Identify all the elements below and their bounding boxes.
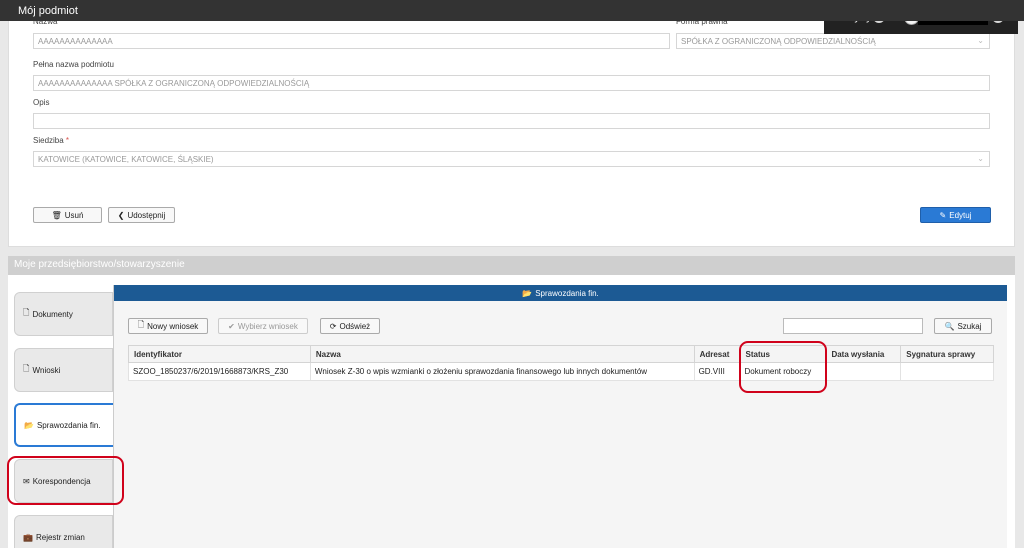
column-header[interactable]: Nazwa (309, 345, 695, 363)
search-button[interactable]: 🔍 Szukaj (934, 318, 992, 334)
document-icon: 🗋 (137, 320, 145, 329)
search-icon: 🔍 (944, 321, 955, 331)
document-icon: 🗋 (23, 364, 30, 373)
seat-label: Siedziba * (33, 136, 70, 145)
cell-sent-date (825, 362, 902, 381)
seat-value: KATOWICE (KATOWICE, KATOWICE, ŚLĄSKIE) (38, 155, 214, 164)
tab-correspondence[interactable]: ✉ Korespondencja (14, 459, 113, 503)
tab-requests[interactable]: 🗋 Wnioski (14, 348, 113, 392)
tab-label: Sprawozdania fin. (36, 420, 101, 430)
refresh-button[interactable]: ⟳ Odśwież (320, 318, 380, 334)
envelope-icon: ✉ (23, 476, 30, 486)
refresh-label: Odśwież (339, 321, 371, 331)
edit-icon: ✎ (939, 210, 947, 220)
cell-status: Dokument roboczy (739, 362, 827, 381)
tab-label: Rejestr zmian (35, 532, 85, 542)
share-icon: ❮ (117, 210, 125, 220)
new-request-label: Nowy wniosek (147, 321, 199, 331)
delete-button[interactable]: 🗑 Usuń (33, 207, 102, 223)
tab-documents[interactable]: 🗋 Dokumenty (14, 292, 113, 336)
table-row[interactable]: SZOO_1850237/6/2019/1668873/KRS_Z30 Wnio… (128, 362, 994, 381)
full-name-field[interactable]: AAAAAAAAAAAAAA SPÓŁKA Z OGRANICZONĄ ODPO… (33, 75, 990, 91)
briefcase-icon: 💼 (23, 532, 33, 542)
cell-identifier: SZOO_1850237/6/2019/1668873/KRS_Z30 (128, 362, 311, 381)
choose-request-button[interactable]: ✔ Wybierz wniosek (218, 318, 308, 334)
seat-select[interactable]: KATOWICE (KATOWICE, KATOWICE, ŚLĄSKIE) ⌄ (33, 151, 990, 167)
tab-label: Korespondencja (32, 476, 91, 486)
new-request-button[interactable]: 🗋 Nowy wniosek (128, 318, 208, 334)
column-header[interactable]: Status (739, 345, 827, 363)
share-button-label: Udostępnij (127, 210, 166, 220)
panel-title: Sprawozdania fin. (535, 288, 599, 298)
tab-financial-statements[interactable]: 📂 Sprawozdania fin. (14, 403, 113, 447)
top-bar: Mój podmiot (0, 0, 1024, 21)
refresh-icon: ⟳ (329, 321, 337, 331)
legal-form-value: SPÓŁKA Z OGRANICZONĄ ODPOWIEDZIALNOŚCIĄ (681, 37, 876, 46)
tab-label: Dokumenty (32, 309, 73, 319)
app-title: Mój podmiot (18, 5, 78, 17)
column-header[interactable]: Data wysłania (825, 345, 902, 363)
entity-form-card: Nazwa * AAAAAAAAAAAAAA Forma prawna * SP… (8, 14, 1015, 247)
panel-header: 📂 Sprawozdania fin. (114, 285, 1007, 301)
column-header[interactable]: Sygnatura sprawy (900, 345, 994, 363)
column-header[interactable]: Adresat (693, 345, 741, 363)
cell-recipient: GD.VIII (693, 362, 741, 381)
share-button[interactable]: ❮ Udostępnij (108, 207, 175, 223)
cell-name: Wniosek Z-30 o wpis wzmianki o złożeniu … (309, 362, 695, 381)
edit-button-label: Edytuj (949, 210, 972, 220)
folder-open-icon: 📂 (522, 288, 533, 298)
requests-table: Identyfikator Nazwa Adresat Status Data … (128, 345, 994, 381)
entity-details-area: 🗋 Dokumenty 🗋 Wnioski 📂 Sprawozdania fin… (8, 275, 1015, 548)
financial-statements-panel: 📂 Sprawozdania fin. 🗋 Nowy wniosek ✔ Wyb… (113, 285, 1007, 548)
tab-label: Wnioski (32, 365, 61, 375)
tab-change-log[interactable]: 💼 Rejestr zmian (14, 515, 113, 548)
column-header[interactable]: Identyfikator (128, 345, 311, 363)
name-field[interactable]: AAAAAAAAAAAAAA (33, 33, 670, 49)
edit-button[interactable]: ✎ Edytuj (920, 207, 991, 223)
cell-case-signature (900, 362, 994, 381)
section-header: Moje przedsiębiorstwo/stowarzyszenie (8, 256, 1015, 275)
search-button-label: Szukaj (957, 321, 982, 331)
full-name-label: Pełna nazwa podmiotu (33, 60, 114, 69)
legal-form-select[interactable]: SPÓŁKA Z OGRANICZONĄ ODPOWIEDZIALNOŚCIĄ … (676, 33, 990, 49)
search-input[interactable] (783, 318, 923, 334)
delete-button-label: Usuń (64, 210, 84, 220)
trash-icon: 🗑 (51, 210, 62, 220)
check-icon: ✔ (228, 321, 235, 331)
chevron-down-icon: ⌄ (977, 154, 984, 163)
document-icon: 🗋 (23, 308, 30, 317)
description-field[interactable] (33, 113, 990, 129)
description-label: Opis (33, 98, 50, 107)
chevron-down-icon: ⌄ (977, 36, 984, 45)
folder-open-icon: 📂 (24, 420, 34, 430)
choose-request-label: Wybierz wniosek (237, 321, 298, 331)
table-header-row: Identyfikator Nazwa Adresat Status Data … (128, 345, 994, 363)
